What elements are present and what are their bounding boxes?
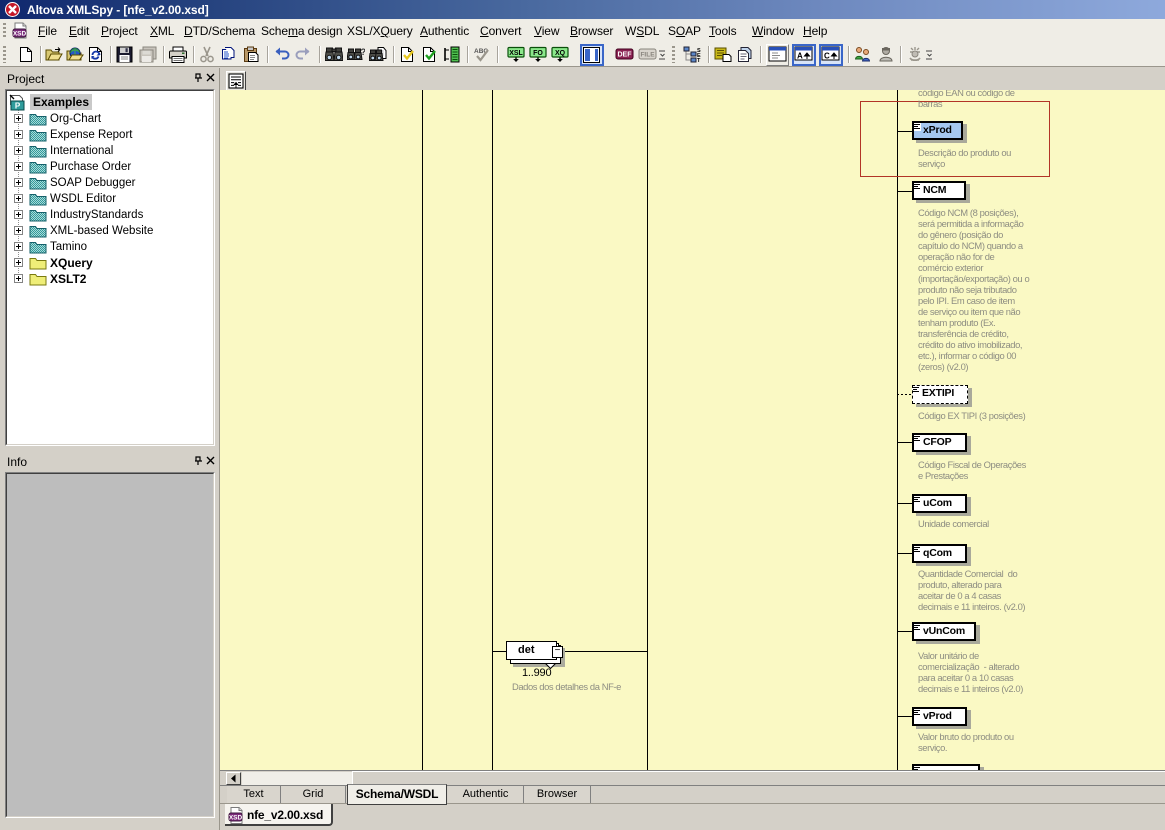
svg-text:C: C [824, 52, 830, 61]
svg-text:?: ? [361, 47, 366, 57]
svg-text:XSL: XSL [509, 50, 523, 57]
svg-text:FO: FO [533, 50, 543, 57]
svg-text:XSD: XSD [229, 815, 243, 822]
svg-text:XQ: XQ [555, 50, 566, 57]
svg-text:P: P [15, 102, 21, 111]
svg-text:A: A [797, 52, 803, 61]
svg-text:FILE: FILE [640, 52, 655, 59]
svg-text:DEF: DEF [618, 52, 633, 59]
